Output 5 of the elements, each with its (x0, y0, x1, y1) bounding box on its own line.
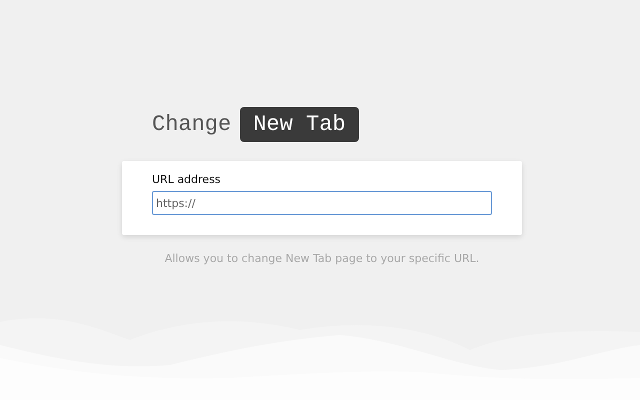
help-text: Allows you to change New Tab page to your specific URL. (164, 252, 480, 265)
field-label: URL address (152, 173, 221, 186)
page-title: Change (152, 112, 232, 136)
title-highlight: New Tab (240, 106, 359, 142)
url-field[interactable]: https:// (152, 191, 492, 215)
